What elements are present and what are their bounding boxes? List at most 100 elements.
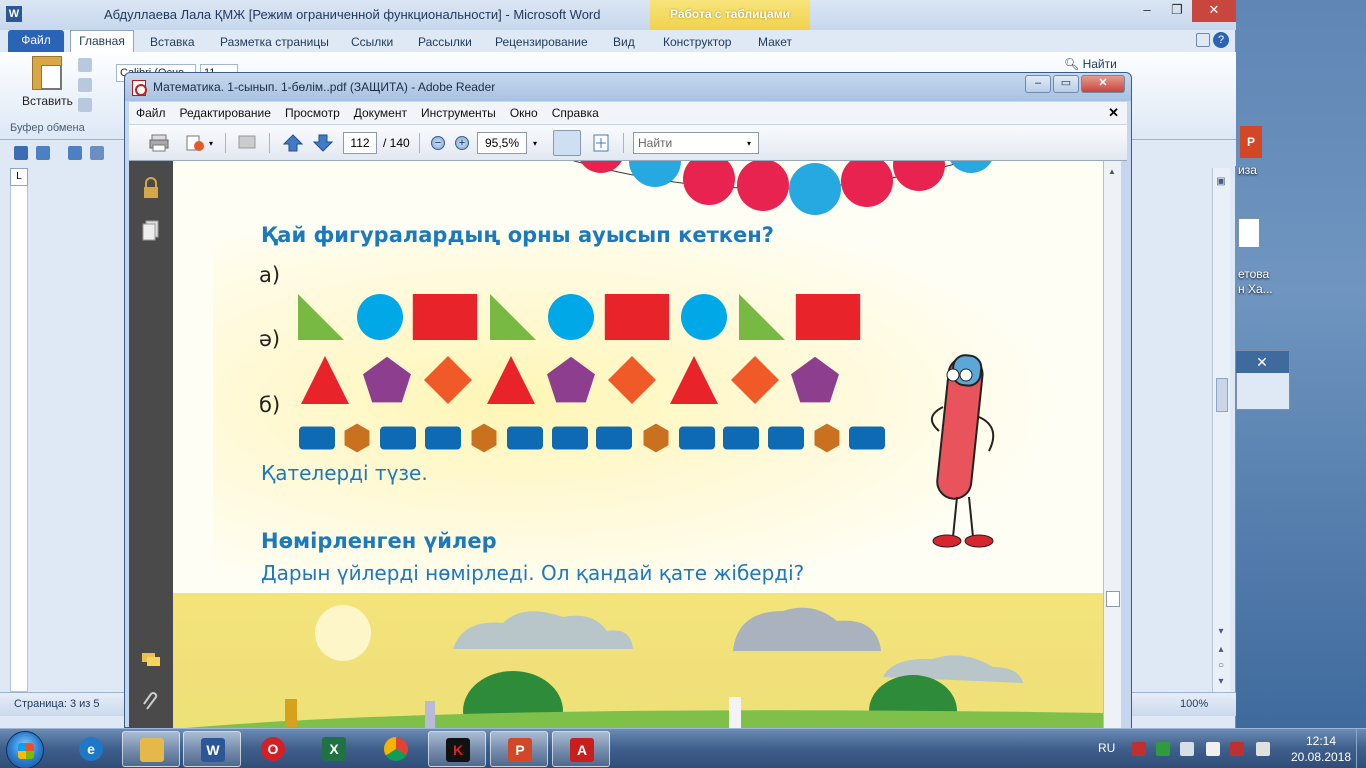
tab-references[interactable]: Ссылки (351, 33, 393, 52)
scroll-up-icon[interactable]: ▲ (1108, 167, 1116, 176)
zoom-out-button[interactable]: − (431, 136, 445, 150)
ribbon-collapse-button[interactable] (1196, 33, 1210, 47)
format-painter-icon[interactable] (78, 98, 92, 112)
pages-icon[interactable] (141, 219, 161, 241)
tab-selector[interactable]: L (10, 168, 28, 186)
tab-insert[interactable]: Вставка (150, 33, 195, 52)
minimize-button[interactable]: – (1132, 0, 1162, 22)
fit-width-button[interactable] (553, 130, 581, 156)
opera-app[interactable]: O (244, 731, 302, 767)
pdf-page[interactable]: Қай фигуралардың орны ауысып кеткен? а) … (173, 161, 1103, 729)
chevron-down-icon[interactable]: ▾ (533, 139, 537, 148)
zoom-level[interactable]: 100% (1180, 698, 1208, 710)
menu-window[interactable]: Окно (503, 106, 545, 120)
tower (285, 699, 297, 727)
chevron-down-icon[interactable]: ▾ (209, 139, 213, 148)
paste-button[interactable]: Вставить (22, 56, 73, 120)
prev-page-icon[interactable]: ▴ (1215, 644, 1227, 656)
page-counter[interactable]: Страница: 3 из 5 (14, 698, 100, 710)
acrobat-app[interactable]: A (552, 731, 610, 767)
help-icon[interactable]: ? (1213, 32, 1229, 48)
tab-review[interactable]: Рецензирование (495, 33, 588, 52)
close-button[interactable]: ✕ (1081, 75, 1125, 93)
security-icon[interactable] (1156, 742, 1170, 756)
close-icon[interactable]: ✕ (1235, 351, 1289, 373)
close-button[interactable]: ✕ (1192, 0, 1236, 22)
background-window[interactable]: ✕ (1235, 350, 1290, 410)
zoom-in-button[interactable]: + (455, 136, 469, 150)
start-button[interactable] (6, 731, 44, 768)
fit-page-icon[interactable] (591, 134, 611, 152)
tab-mailings[interactable]: Рассылки (418, 33, 472, 52)
next-page-icon[interactable]: ▾ (1215, 676, 1227, 688)
scroll-down-icon[interactable]: ▾ (1215, 626, 1227, 638)
chevron-down-icon[interactable]: ▾ (747, 139, 751, 148)
undo-icon[interactable] (36, 146, 50, 160)
excel-app[interactable]: X (305, 731, 363, 767)
battery-icon[interactable] (1206, 742, 1220, 756)
page-number-input[interactable]: 112 (343, 132, 377, 154)
zoom-input[interactable]: 95,5% (477, 132, 527, 154)
reader-scrollbar[interactable]: ▲ (1103, 161, 1121, 729)
menu-document[interactable]: Документ (347, 106, 414, 120)
powerpoint-app[interactable]: P (490, 731, 548, 767)
previous-page-icon[interactable] (283, 134, 303, 152)
tab-view[interactable]: Вид (613, 33, 635, 52)
ruler-toggle-icon[interactable]: ▣ (1215, 176, 1227, 188)
customize-icon[interactable] (90, 146, 104, 160)
word-scrollbar[interactable] (1212, 168, 1230, 692)
find-input[interactable]: Найти (633, 132, 759, 154)
show-desktop-button[interactable] (1356, 729, 1366, 768)
comments-icon[interactable] (141, 649, 161, 671)
circle-blue-shape (548, 294, 594, 340)
word-titlebar: W Абдуллаева Лала ҚМЖ [Режим ограниченно… (0, 0, 1236, 30)
menu-edit[interactable]: Редактирование (173, 106, 278, 120)
kaspersky-app[interactable]: K (428, 731, 486, 767)
clock[interactable]: 12:14 20.08.2018 (1288, 733, 1354, 765)
save-icon[interactable] (14, 146, 28, 160)
share-icon[interactable] (185, 134, 205, 152)
library-app[interactable] (122, 731, 180, 767)
redo-icon[interactable] (68, 146, 82, 160)
clipboard-tools (78, 58, 92, 118)
tab-layout[interactable]: Макет (758, 33, 792, 52)
reader-toolbar: ▾ 112 / 140 − + 95,5% ▾ Найти ▾ (129, 125, 1127, 161)
powerpoint-file-icon[interactable]: P (1240, 126, 1262, 158)
find-button[interactable]: 🔍︎ Найти (1064, 57, 1117, 71)
next-page-icon[interactable] (313, 134, 333, 152)
action-center-icon[interactable] (1230, 742, 1244, 756)
language-indicator[interactable]: RU (1098, 741, 1115, 755)
maximize-button[interactable]: ❐ (1162, 0, 1192, 22)
tab-design[interactable]: Конструктор (663, 33, 731, 52)
scroll-thumb[interactable] (1216, 378, 1228, 412)
comment-icon[interactable] (237, 134, 257, 152)
chrome-app[interactable] (367, 731, 425, 767)
minimize-button[interactable]: – (1025, 75, 1051, 93)
document-file-icon[interactable] (1238, 218, 1260, 248)
menu-file[interactable]: Файл (129, 106, 173, 120)
close-document-icon[interactable]: ✕ (1108, 105, 1119, 121)
print-icon[interactable] (149, 134, 169, 152)
scroll-thumb[interactable] (1106, 591, 1120, 607)
pdf-icon[interactable] (132, 80, 147, 96)
lock-icon[interactable] (141, 177, 161, 199)
menu-view[interactable]: Просмотр (278, 106, 347, 120)
word-icon[interactable]: W (6, 6, 22, 22)
menu-tools[interactable]: Инструменты (414, 106, 503, 120)
maximize-button[interactable]: ▭ (1053, 75, 1079, 93)
cut-icon[interactable] (78, 58, 92, 72)
tab-page-layout[interactable]: Разметка страницы (220, 33, 329, 52)
network-warning-icon[interactable] (1132, 742, 1146, 756)
volume-icon[interactable] (1180, 742, 1194, 756)
word-app[interactable]: W (183, 731, 241, 767)
attachment-icon[interactable] (141, 691, 161, 713)
rect-blue-shape (425, 426, 461, 450)
network-icon[interactable] (1256, 742, 1270, 756)
tab-home[interactable]: Главная (70, 30, 134, 52)
browse-object-icon[interactable]: ○ (1215, 660, 1227, 672)
rect-blue-shape (299, 426, 335, 450)
copy-icon[interactable] (78, 78, 92, 92)
ie-app[interactable]: e (62, 731, 120, 767)
tab-file[interactable]: Файл (8, 30, 64, 52)
menu-help[interactable]: Справка (545, 106, 606, 120)
